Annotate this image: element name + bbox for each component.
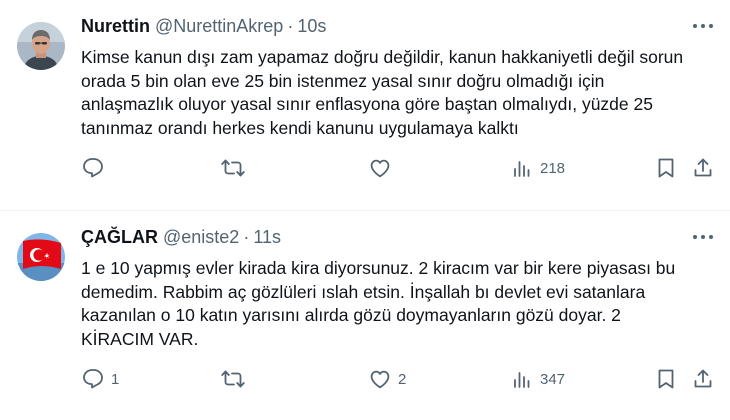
heart-icon (370, 159, 390, 178)
user-handle[interactable]: @eniste2 (163, 225, 239, 249)
share-icon (694, 158, 712, 177)
like-count: 2 (398, 370, 407, 388)
user-photo-icon (17, 22, 65, 70)
like-button[interactable]: 2 (368, 366, 406, 392)
tweet[interactable]: ÇAĞLAR @eniste2 · 11s 1 e 10 yapmış evle… (0, 210, 730, 420)
share-icon (694, 369, 712, 388)
bookmark-button[interactable] (654, 155, 678, 181)
tweet[interactable]: Nurettin @NurettinAkrep · 10s Kimse kanu… (0, 0, 730, 210)
retweet-button[interactable] (221, 155, 251, 181)
view-count: 218 (540, 159, 566, 177)
avatar[interactable] (17, 233, 65, 281)
more-options-button[interactable] (692, 233, 714, 241)
display-name[interactable]: ÇAĞLAR (81, 225, 158, 249)
more-options-button[interactable] (692, 22, 714, 30)
retweet-icon (221, 370, 245, 388)
reply-count: 1 (111, 370, 120, 388)
turkish-flag-icon (17, 233, 65, 281)
tweet-text: Kimse kanun dışı zam yapamaz doğru değil… (81, 47, 684, 138)
like-button[interactable] (368, 155, 398, 181)
reply-button[interactable] (81, 155, 111, 181)
view-count: 347 (540, 370, 566, 388)
views-icon (514, 372, 530, 388)
views-button[interactable]: 347 (510, 366, 565, 392)
tweet-header: Nurettin @NurettinAkrep · 10s (81, 14, 714, 38)
action-bar: 218 (81, 155, 714, 181)
views-button[interactable]: 218 (510, 155, 565, 181)
share-button[interactable] (691, 155, 715, 181)
retweet-button[interactable] (221, 366, 251, 392)
bookmark-icon (658, 158, 674, 178)
reply-icon (83, 158, 103, 178)
more-icon (693, 235, 713, 239)
reply-button[interactable]: 1 (81, 366, 119, 392)
timestamp[interactable]: 10s (297, 14, 326, 38)
timestamp[interactable]: 11s (253, 225, 281, 249)
bookmark-icon (658, 369, 674, 389)
action-bar: 1 2 347 (81, 366, 714, 392)
display-name[interactable]: Nurettin (81, 14, 150, 38)
retweet-icon (221, 159, 245, 177)
separator-dot: · (287, 16, 294, 36)
bookmark-button[interactable] (654, 366, 678, 392)
more-icon (693, 24, 713, 28)
reply-icon (83, 369, 103, 389)
tweet-text: 1 e 10 yapmış evler kirada kira diyorsun… (81, 258, 676, 349)
views-icon (514, 161, 530, 177)
avatar[interactable] (17, 22, 65, 70)
separator-dot: · (243, 227, 250, 247)
user-handle[interactable]: @NurettinAkrep (155, 14, 283, 38)
share-button[interactable] (691, 366, 715, 392)
tweet-header: ÇAĞLAR @eniste2 · 11s (81, 225, 714, 249)
heart-icon (370, 370, 390, 389)
